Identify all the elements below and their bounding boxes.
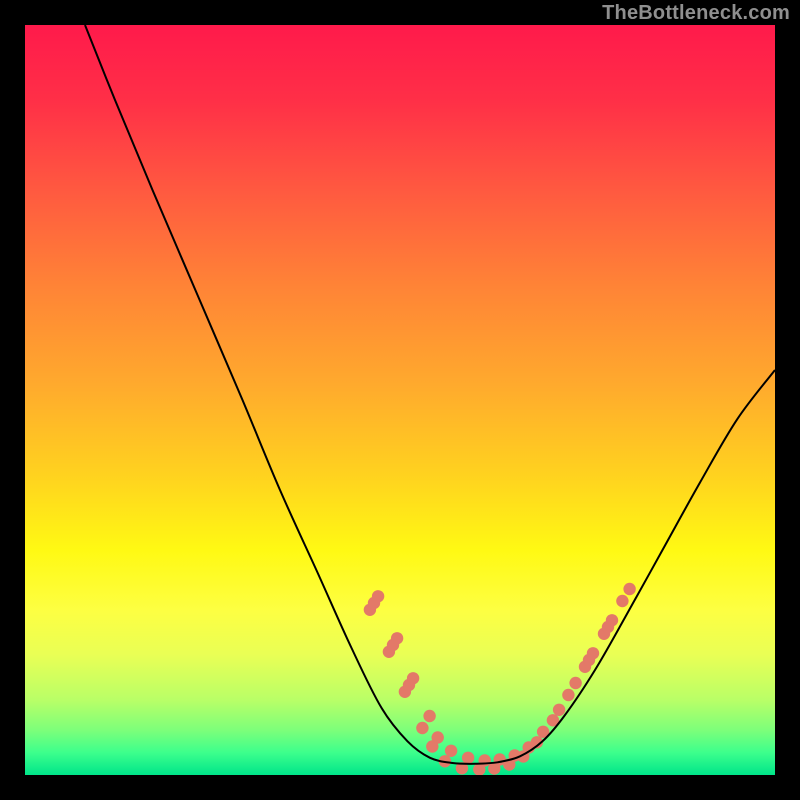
gradient-background <box>25 25 775 775</box>
chart-frame <box>25 25 775 775</box>
data-marker <box>416 722 428 734</box>
data-marker <box>623 583 635 595</box>
data-marker <box>445 745 457 757</box>
data-marker <box>569 677 581 689</box>
data-marker <box>606 614 618 626</box>
data-marker <box>391 632 403 644</box>
data-marker <box>616 595 628 607</box>
data-marker <box>587 647 599 659</box>
data-marker <box>423 710 435 722</box>
data-marker <box>407 672 419 684</box>
watermark-text: TheBottleneck.com <box>602 2 790 25</box>
data-marker <box>479 754 491 766</box>
data-marker <box>432 731 444 743</box>
data-marker <box>462 752 474 764</box>
data-marker <box>553 704 565 716</box>
bottleneck-curve-chart <box>25 25 775 775</box>
data-marker <box>562 689 574 701</box>
data-marker <box>372 590 384 602</box>
